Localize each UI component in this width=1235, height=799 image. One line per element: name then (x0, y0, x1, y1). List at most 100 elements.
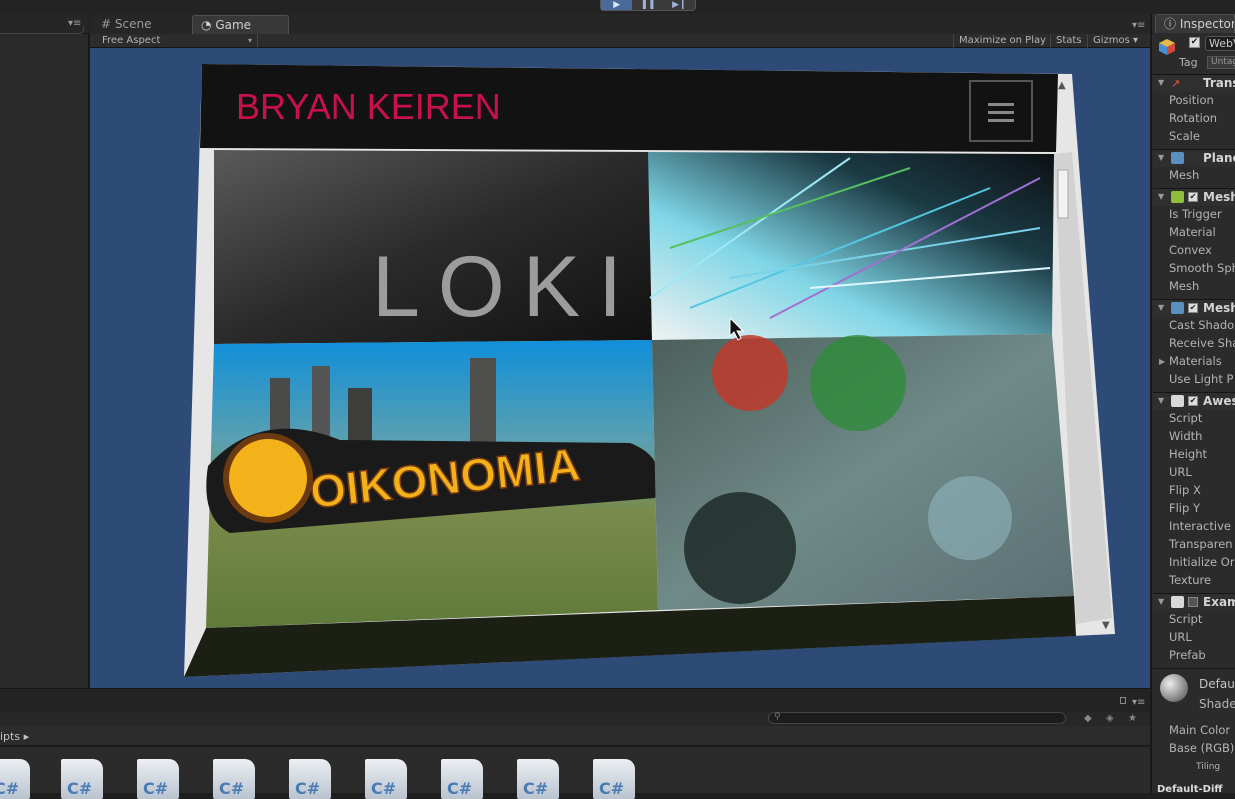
csharp-script-file-icon[interactable]: C# (289, 759, 331, 799)
script-icon (1171, 596, 1184, 608)
section-title: Mesh (1203, 190, 1235, 204)
csharp-script-file-icon[interactable]: C# (61, 759, 103, 799)
maximize-on-play-button[interactable]: Maximize on Play (953, 34, 1051, 48)
prop-use-light-probes: Use Light P (1169, 372, 1234, 386)
file-glyph: C# (523, 779, 549, 798)
prop-texture: Texture (1169, 573, 1212, 587)
collapse-arrow-icon[interactable]: ▼ (1158, 597, 1164, 606)
file-glyph: C# (371, 779, 397, 798)
collapse-arrow-icon[interactable]: ▼ (1158, 303, 1164, 312)
file-glyph: C# (219, 779, 245, 798)
tab-label: Scene (114, 17, 152, 31)
file-glyph: C# (599, 779, 625, 798)
prop-mesh: Mesh (1169, 279, 1200, 293)
csharp-script-file-icon[interactable]: C# (593, 759, 635, 799)
breadcrumb[interactable]: ipts ▸ (0, 730, 29, 743)
tab-inspector[interactable]: ⓘ Inspector (1155, 14, 1235, 33)
project-panel-header (0, 688, 1150, 712)
project-search-input[interactable] (768, 712, 1066, 724)
panel-menu-icon[interactable]: ▾≡ (1132, 697, 1145, 708)
game-viewport[interactable]: BRYAN KEIREN LOKI OIKONOMIA ▲ ▼ (90, 48, 1150, 688)
oikonomia-logo-circle (223, 433, 313, 523)
filter-label-icon[interactable]: ◈ (1106, 713, 1114, 724)
tab-game[interactable]: ◔ Game (192, 15, 289, 34)
file-glyph: C# (0, 779, 20, 798)
site-title: BRYAN KEIREN (236, 86, 501, 127)
csharp-script-file-icon[interactable]: C# (137, 759, 179, 799)
mesh-collider-icon (1171, 191, 1184, 203)
step-button[interactable]: ▶❙ (664, 0, 695, 10)
search-icon: ⚲ (774, 712, 781, 722)
collapse-arrow-icon[interactable]: ▼ (1158, 153, 1164, 162)
prop-main-color: Main Color (1169, 723, 1231, 737)
scroll-up-icon[interactable]: ▲ (1058, 80, 1066, 91)
tab-menu-icon[interactable]: ▾≡ (1132, 20, 1145, 31)
prop-smooth-sphere: Smooth Sph (1169, 261, 1235, 275)
stats-button[interactable]: Stats (1050, 34, 1087, 48)
csharp-script-file-icon[interactable]: C# (441, 759, 483, 799)
aspect-dropdown[interactable]: Free Aspect (95, 34, 258, 48)
script-icon (1171, 395, 1184, 407)
file-glyph: C# (143, 779, 169, 798)
mesh-renderer-icon (1171, 302, 1184, 314)
scrollbar-thumb[interactable] (1057, 169, 1069, 219)
collapse-arrow-icon[interactable]: ▼ (1158, 396, 1164, 405)
prop-height: Height (1169, 447, 1208, 461)
lock-icon[interactable] (1120, 697, 1126, 704)
csharp-script-file-icon[interactable]: C# (0, 759, 30, 799)
gameobject-active-checkbox[interactable]: ✔ (1189, 37, 1200, 48)
gizmos-label: Gizmos (1093, 35, 1130, 46)
collapse-arrow-icon[interactable]: ▼ (1158, 78, 1164, 87)
file-glyph: C# (67, 779, 93, 798)
prop-flip-x: Flip X (1169, 483, 1201, 497)
tag-label: Tag (1179, 56, 1198, 69)
tab-label: Game (215, 18, 252, 32)
prop-script: Script (1169, 612, 1203, 626)
csharp-script-file-icon[interactable]: C# (213, 759, 255, 799)
panel-menu-icon[interactable]: ▾≡ (68, 18, 81, 29)
hamburger-icon (988, 103, 1014, 122)
info-icon: ⓘ (1164, 17, 1177, 31)
play-button[interactable]: ▶ (601, 0, 633, 10)
prop-position: Position (1169, 93, 1214, 107)
prop-material: Material (1169, 225, 1216, 239)
game-icon: ◔ (201, 18, 212, 32)
filter-type-icon[interactable]: ◆ (1084, 713, 1092, 724)
prop-materials[interactable]: Materials (1169, 354, 1222, 368)
tile-loki-label: LOKI (372, 239, 640, 335)
csharp-script-file-icon[interactable]: C# (517, 759, 559, 799)
prop-flip-y: Flip Y (1169, 501, 1200, 515)
material-preview-icon (1160, 674, 1188, 702)
pause-button[interactable]: ❚❚ (632, 0, 663, 10)
section-title: Mesh (1203, 301, 1235, 315)
prop-rotation: Rotation (1169, 111, 1218, 125)
gameobject-cube-icon (1159, 39, 1175, 55)
hierarchy-panel (0, 14, 89, 688)
gizmos-button[interactable]: Gizmos ▾ (1087, 34, 1143, 48)
file-glyph: C# (295, 779, 321, 798)
csharp-script-file-icon[interactable]: C# (365, 759, 407, 799)
tab-scene[interactable]: # Scene (93, 15, 185, 34)
scroll-down-icon[interactable]: ▼ (1102, 620, 1110, 631)
tile-lasers[interactable] (648, 152, 1054, 340)
component-enabled-checkbox[interactable]: ✔ (1188, 303, 1198, 313)
chevron-down-icon: ▾ (248, 36, 253, 45)
prop-url: URL (1169, 465, 1192, 479)
tab-label: Inspector (1179, 17, 1235, 31)
prop-script: Script (1169, 411, 1203, 425)
material-shader-dropdown[interactable]: Shade (1199, 697, 1235, 711)
gameobject-name-field[interactable]: WebV (1205, 36, 1235, 51)
prop-base-rgb: Base (RGB) (1169, 741, 1235, 755)
component-enabled-checkbox[interactable]: ✔ (1188, 396, 1198, 406)
section-title: Awes (1203, 394, 1235, 408)
prop-cast-shadows: Cast Shado (1169, 318, 1235, 332)
component-enabled-checkbox[interactable] (1188, 597, 1198, 607)
expand-arrow-icon[interactable]: ▶ (1159, 357, 1165, 366)
favorite-star-icon[interactable]: ★ (1128, 713, 1137, 724)
web-view-plane[interactable]: BRYAN KEIREN LOKI OIKONOMIA ▲ ▼ (90, 48, 1150, 688)
component-enabled-checkbox[interactable]: ✔ (1188, 192, 1198, 202)
section-title: Exam (1203, 595, 1235, 609)
tag-dropdown[interactable]: Untag (1207, 56, 1235, 69)
prop-interactive: Interactive (1169, 519, 1231, 533)
collapse-arrow-icon[interactable]: ▼ (1158, 192, 1164, 201)
